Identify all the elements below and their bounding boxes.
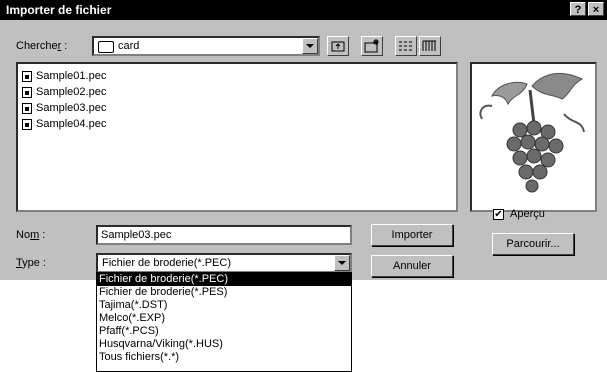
lookin-label: Chercher : — [16, 40, 68, 52]
pec-file-icon — [22, 102, 32, 114]
preview-panel — [470, 62, 597, 212]
file-name: Sample04.pec — [36, 118, 107, 130]
help-button[interactable]: ? — [570, 2, 586, 16]
list-item[interactable]: Sample02.pec — [22, 84, 106, 100]
preview-checkbox[interactable]: ✔ — [493, 209, 504, 220]
file-name: Sample03.pec — [36, 102, 107, 114]
file-name: Sample01.pec — [36, 70, 107, 82]
title-bar: Importer de fichier ? × — [0, 0, 607, 20]
new-folder-icon — [364, 39, 379, 53]
type-option[interactable]: Fichier de broderie(*.PES) — [97, 286, 351, 299]
type-option[interactable]: Fichier de broderie(*.PEC) — [97, 273, 351, 286]
up-folder-button[interactable] — [327, 36, 349, 56]
preview-checkbox-label: Aperçu — [510, 208, 545, 220]
file-type-dropdown-list[interactable]: Fichier de broderie(*.PEC) Fichier de br… — [96, 272, 352, 372]
import-dialog: Importer de fichier ? × Chercher : card … — [0, 0, 607, 280]
type-option[interactable]: Tajima(*.DST) — [97, 299, 351, 312]
new-folder-button[interactable] — [361, 36, 383, 56]
browse-button[interactable]: Parcourir... — [492, 233, 574, 255]
window-title: Importer de fichier — [6, 3, 112, 17]
pec-file-icon — [22, 86, 32, 98]
lookin-value: card — [118, 40, 140, 52]
lookin-dropdown-arrow[interactable] — [302, 38, 318, 54]
file-type-dropdown-arrow[interactable] — [334, 255, 350, 271]
file-name: Sample02.pec — [36, 86, 107, 98]
import-button[interactable]: Importer — [371, 224, 453, 246]
list-item[interactable]: Sample01.pec — [22, 68, 106, 84]
lookin-combo[interactable]: card — [92, 36, 320, 56]
pec-file-icon — [22, 118, 32, 130]
list-view-icon — [399, 41, 412, 51]
list-item[interactable]: Sample04.pec — [22, 116, 106, 132]
file-type-combo[interactable]: Fichier de broderie(*.PEC) — [96, 253, 352, 273]
file-type-value: Fichier de broderie(*.PEC) — [102, 257, 231, 269]
pec-file-icon — [22, 70, 32, 82]
details-view-button[interactable] — [419, 36, 441, 56]
type-label: Type : — [16, 257, 46, 269]
cancel-button[interactable]: Annuler — [371, 255, 453, 277]
file-name-input[interactable]: Sample03.pec — [96, 225, 352, 245]
list-view-button[interactable] — [395, 36, 417, 56]
type-option[interactable]: Melco(*.EXP) — [97, 312, 351, 325]
type-option[interactable]: Husqvarna/Viking(*.HUS) — [97, 338, 351, 351]
up-folder-icon — [331, 41, 345, 52]
file-list[interactable]: Sample01.pec Sample02.pec Sample03.pec S… — [16, 62, 458, 212]
name-label: Nom : — [16, 229, 46, 241]
close-button[interactable]: × — [588, 2, 604, 16]
details-view-icon — [422, 40, 436, 51]
grapes-icon — [479, 73, 585, 193]
chevron-down-icon — [338, 261, 346, 265]
folder-icon — [98, 41, 114, 53]
list-item[interactable]: Sample03.pec — [22, 100, 106, 116]
type-option[interactable]: Pfaff(*.PCS) — [97, 325, 351, 338]
type-option[interactable]: Tous fichiers(*.*) — [97, 351, 351, 364]
chevron-down-icon — [306, 44, 314, 48]
